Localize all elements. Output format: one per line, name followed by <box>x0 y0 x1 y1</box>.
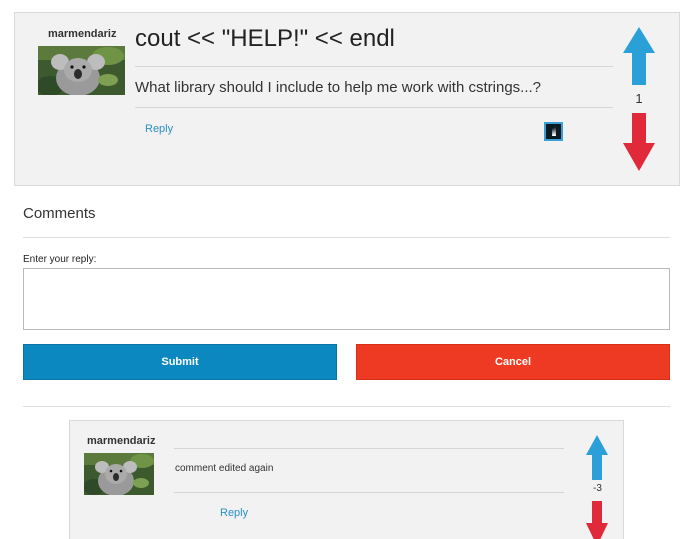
divider <box>23 406 670 407</box>
divider <box>23 237 670 238</box>
post-reply-link[interactable]: Reply <box>145 123 173 135</box>
question-post: marmendariz cout << "HELP!" << endl What… <box>14 12 680 186</box>
comment-reply-link[interactable]: Reply <box>220 507 248 519</box>
divider <box>174 448 564 449</box>
post-body: What library should I include to help me… <box>135 79 542 96</box>
post-vote-count: 1 <box>635 91 643 106</box>
divider <box>174 492 564 493</box>
upvote-arrow-icon[interactable] <box>623 27 655 90</box>
post-avatar[interactable] <box>38 46 125 95</box>
post-title: cout << "HELP!" << endl <box>135 25 395 52</box>
downvote-arrow-icon[interactable] <box>586 501 608 539</box>
comment-username[interactable]: marmendariz <box>87 435 155 447</box>
comment-item: marmendariz comment edited again Reply -… <box>69 420 624 539</box>
downvote-arrow-icon[interactable] <box>623 113 655 176</box>
divider <box>135 66 613 67</box>
reply-textarea[interactable] <box>23 268 670 330</box>
comments-heading: Comments <box>23 205 96 222</box>
upvote-arrow-icon[interactable] <box>586 435 608 485</box>
cancel-button[interactable]: Cancel <box>356 344 670 380</box>
reply-field-label: Enter your reply: <box>23 254 97 265</box>
comment-avatar[interactable] <box>84 453 154 495</box>
post-username[interactable]: marmendariz <box>48 28 116 40</box>
comment-body: comment edited again <box>175 463 274 474</box>
comment-vote-count: -3 <box>593 483 602 494</box>
edit-icon[interactable] <box>544 122 563 141</box>
submit-button[interactable]: Submit <box>23 344 337 380</box>
divider <box>135 107 613 108</box>
